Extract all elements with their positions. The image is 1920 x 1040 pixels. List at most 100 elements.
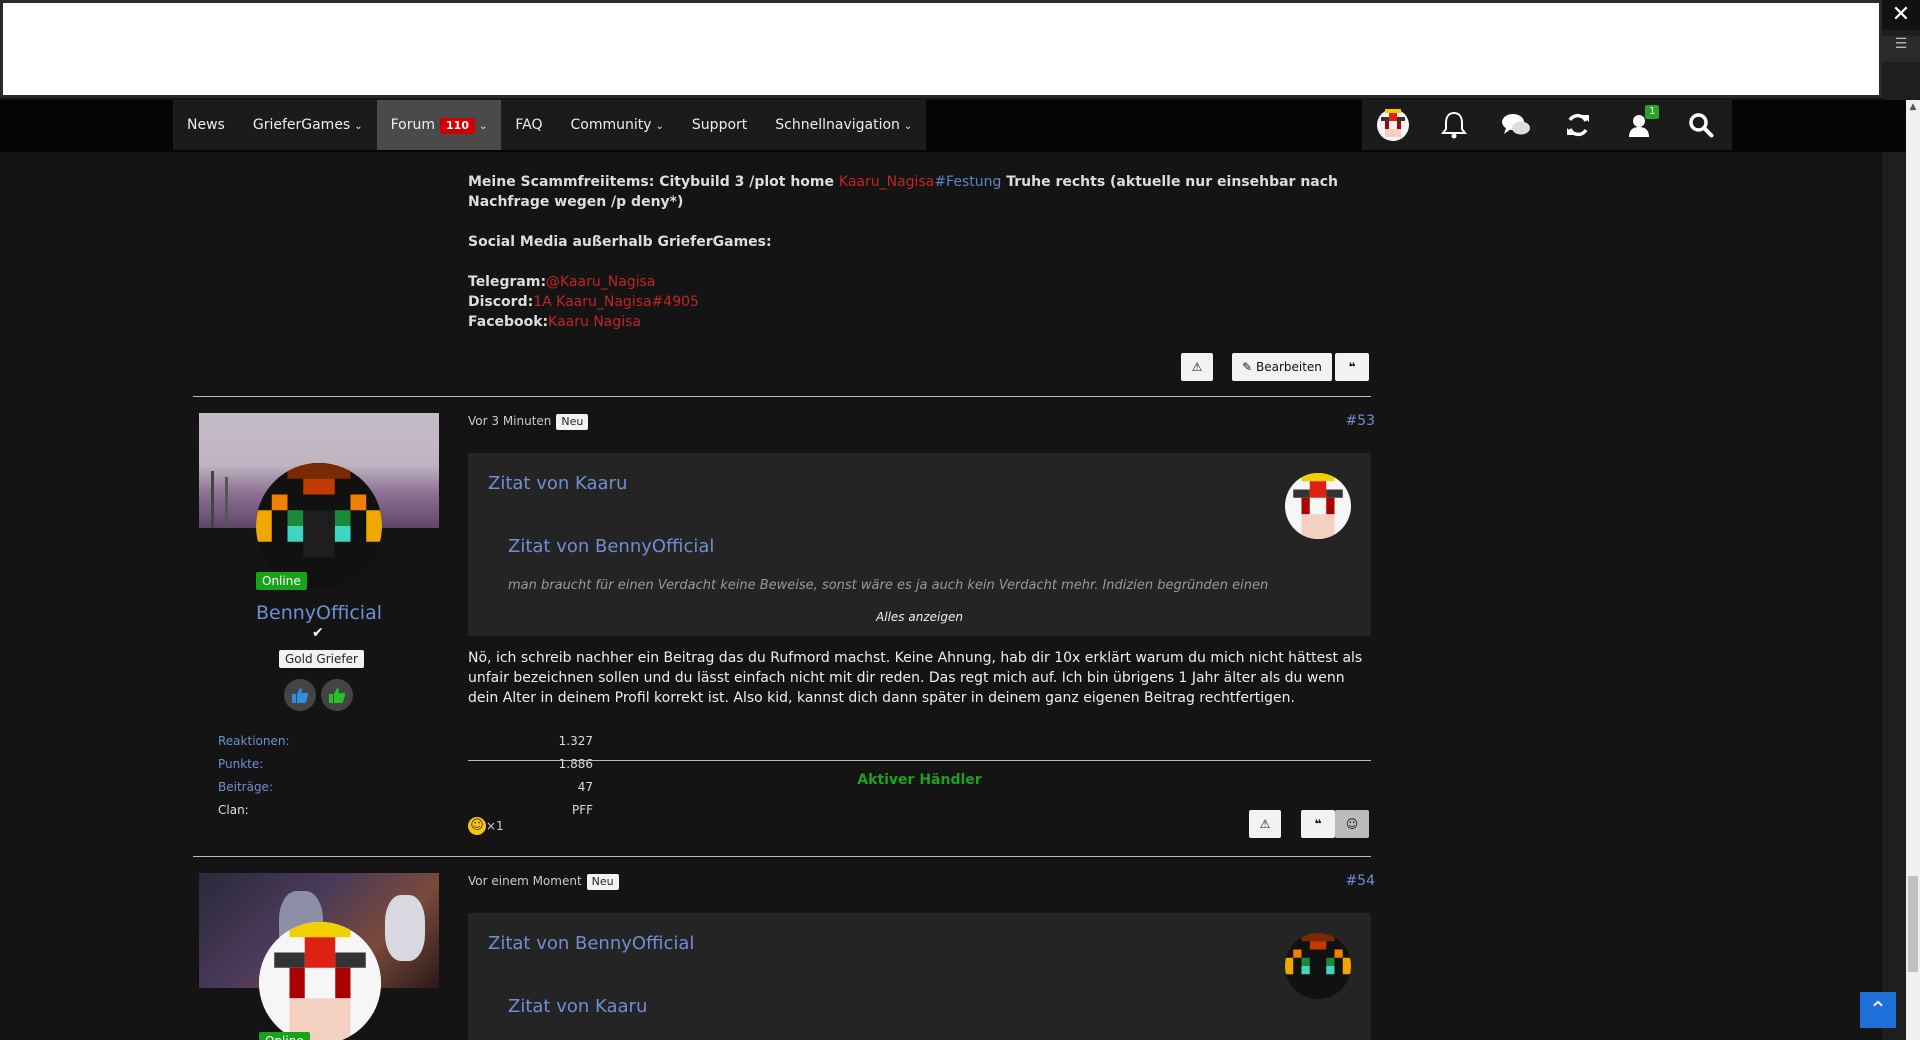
refresh-icon[interactable] bbox=[1560, 107, 1596, 143]
nested-quote-title-link[interactable]: Zitat von BennyOfficial bbox=[508, 536, 714, 557]
discord-link[interactable]: 1A Kaaru_Nagisa#4905 bbox=[533, 294, 699, 310]
discord-line: Discord:1A Kaaru_Nagisa#4905 bbox=[468, 292, 1378, 312]
scrollbar-thumb[interactable] bbox=[1908, 876, 1918, 972]
signature-divider bbox=[468, 760, 1371, 761]
bell-svg bbox=[1441, 111, 1468, 139]
chevron-down-icon: ⌄ bbox=[903, 121, 913, 132]
fence-post bbox=[225, 477, 228, 528]
quote-title-link[interactable]: Zitat von Kaaru bbox=[488, 473, 627, 494]
close-icon[interactable]: ✕ bbox=[1882, 0, 1920, 30]
scamm-line: Meine Scammfreiitems: Citybuild 3 /plot … bbox=[468, 172, 1378, 212]
quote-button[interactable]: ❝ bbox=[1335, 353, 1369, 381]
telegram-line: Telegram:@Kaaru_Nagisa bbox=[468, 272, 1378, 292]
post-time-link[interactable]: Vor einem Moment bbox=[468, 874, 582, 888]
user-panel: 1 bbox=[1362, 100, 1732, 150]
friends-icon[interactable]: 1 bbox=[1621, 105, 1660, 143]
scamm-label: Meine Scammfreiitems: Citybuild 3 /plot … bbox=[468, 174, 839, 190]
figure-shape bbox=[385, 895, 425, 961]
nav-label: News bbox=[187, 117, 225, 133]
edit-button[interactable]: ✎ Bearbeiten bbox=[1232, 353, 1332, 381]
search-icon[interactable] bbox=[1683, 107, 1719, 143]
chat-svg bbox=[1502, 114, 1531, 135]
signature-block: Meine Scammfreiitems: Citybuild 3 /plot … bbox=[468, 172, 1378, 332]
reaction-summary[interactable]: ☺ ×1 bbox=[468, 817, 504, 835]
signature-text: Aktiver Händler bbox=[857, 772, 982, 788]
online-badge: Online bbox=[259, 1032, 310, 1040]
scroll-up-icon[interactable]: ▲ bbox=[1906, 100, 1920, 114]
nav-schnellnavigation[interactable]: Schnellnavigation ⌄ bbox=[761, 100, 926, 150]
online-badge: Online bbox=[256, 572, 307, 590]
quote-title-link[interactable]: Zitat von BennyOfficial bbox=[488, 933, 694, 954]
thread-content: Meine Scammfreiitems: Citybuild 3 /plot … bbox=[173, 152, 1392, 1040]
stat-label-clan: Clan: bbox=[218, 803, 249, 817]
chevron-down-icon: ⌄ bbox=[354, 121, 363, 132]
nested-quote-title-link[interactable]: Zitat von Kaaru bbox=[508, 996, 647, 1017]
show-all-link[interactable]: Alles anzeigen bbox=[468, 610, 1371, 624]
avatar[interactable] bbox=[259, 922, 381, 1040]
scamm-hashtag-link[interactable]: #Festung bbox=[934, 174, 1001, 190]
report-button[interactable]: ⚠ bbox=[1181, 353, 1213, 381]
post-number-link[interactable]: #53 bbox=[1343, 413, 1375, 429]
username-link[interactable]: BennyOfficial bbox=[199, 602, 439, 624]
quote-block: Zitat von Kaaru Zitat von BennyOfficial … bbox=[468, 453, 1371, 636]
scamm-name-link[interactable]: Kaaru_Nagisa bbox=[839, 174, 934, 190]
hamburger-icon[interactable]: ☰ bbox=[1882, 36, 1920, 62]
quote-button[interactable]: ❝ bbox=[1301, 810, 1335, 838]
quote-avatar[interactable] bbox=[1285, 473, 1351, 539]
post-number-link[interactable]: #54 bbox=[1343, 873, 1375, 889]
nav-label: Support bbox=[691, 117, 748, 133]
chevron-up-icon: ⌃ bbox=[1868, 998, 1888, 1023]
nav-support[interactable]: Support bbox=[678, 100, 761, 150]
scroll-to-top-button[interactable]: ⌃ bbox=[1860, 992, 1896, 1028]
post-time-link[interactable]: Vor 3 Minuten bbox=[468, 414, 551, 428]
nested-quote-text: man braucht für einen Verdacht keine Bew… bbox=[508, 578, 1269, 593]
page-scrollbar[interactable]: ▲ bbox=[1906, 100, 1920, 1040]
quote-icon: ❝ bbox=[1314, 817, 1322, 831]
warning-icon: ⚠ bbox=[1259, 817, 1271, 831]
stat-value-reactions: 1.327 bbox=[558, 734, 593, 748]
bell-icon[interactable] bbox=[1436, 107, 1472, 143]
report-button[interactable]: ⚠ bbox=[1249, 810, 1281, 838]
pencil-icon: ✎ bbox=[1242, 360, 1253, 374]
nav-community[interactable]: Community ⌄ bbox=[557, 100, 678, 150]
nav-label: Community bbox=[570, 117, 652, 133]
facebook-label: Facebook: bbox=[468, 314, 549, 330]
stat-label-points[interactable]: Punkte: bbox=[218, 757, 263, 771]
post-separator bbox=[193, 856, 1371, 857]
grin-emoji-icon: ☺ bbox=[468, 817, 486, 835]
new-badge: Neu bbox=[556, 414, 589, 430]
smiley-icon: ☺ bbox=[1345, 817, 1359, 831]
telegram-link[interactable]: @Kaaru_Nagisa bbox=[546, 274, 655, 290]
nav-forum[interactable]: Forum 110 ⌄ bbox=[376, 100, 502, 150]
friends-count-badge: 1 bbox=[1645, 105, 1660, 119]
react-button[interactable]: ☺ bbox=[1335, 810, 1369, 838]
avatar-pixel-art bbox=[259, 922, 381, 1040]
avatar[interactable] bbox=[256, 463, 382, 589]
nav-faq[interactable]: FAQ bbox=[501, 100, 556, 150]
social-heading: Social Media außerhalb GrieferGames: bbox=[468, 234, 772, 250]
discord-label: Discord: bbox=[468, 294, 534, 310]
nav-menu: News GrieferGames ⌄ Forum 110 ⌄ FAQ Communi… bbox=[173, 100, 927, 150]
new-badge: Neu bbox=[586, 874, 619, 890]
avatar-pixel-icon bbox=[1376, 109, 1409, 141]
verified-check-icon: ✔ bbox=[312, 625, 324, 641]
nav-griefergames[interactable]: GrieferGames ⌄ bbox=[239, 100, 377, 150]
quote-avatar[interactable] bbox=[1285, 933, 1351, 999]
thumb-svg bbox=[329, 688, 346, 703]
user-avatar-icon[interactable] bbox=[1375, 107, 1411, 143]
blank-banner bbox=[0, 0, 1882, 98]
post-separator bbox=[193, 396, 1371, 397]
stat-label-reactions[interactable]: Reaktionen: bbox=[218, 734, 290, 748]
avatar-pixel-art bbox=[1285, 473, 1351, 539]
edit-label: Bearbeiten bbox=[1255, 360, 1322, 374]
stat-label-posts[interactable]: Beiträge: bbox=[218, 780, 273, 794]
quote-icon: ❝ bbox=[1348, 360, 1356, 374]
facebook-line: Facebook:Kaaru Nagisa bbox=[468, 312, 1378, 332]
nav-news[interactable]: News bbox=[173, 100, 239, 150]
facebook-link[interactable]: Kaaru Nagisa bbox=[548, 314, 641, 330]
conversations-icon[interactable] bbox=[1498, 107, 1534, 143]
nav-label: Schnellnavigation bbox=[775, 117, 900, 133]
warning-icon: ⚠ bbox=[1191, 360, 1203, 374]
avatar-pixel-art bbox=[1285, 933, 1351, 999]
